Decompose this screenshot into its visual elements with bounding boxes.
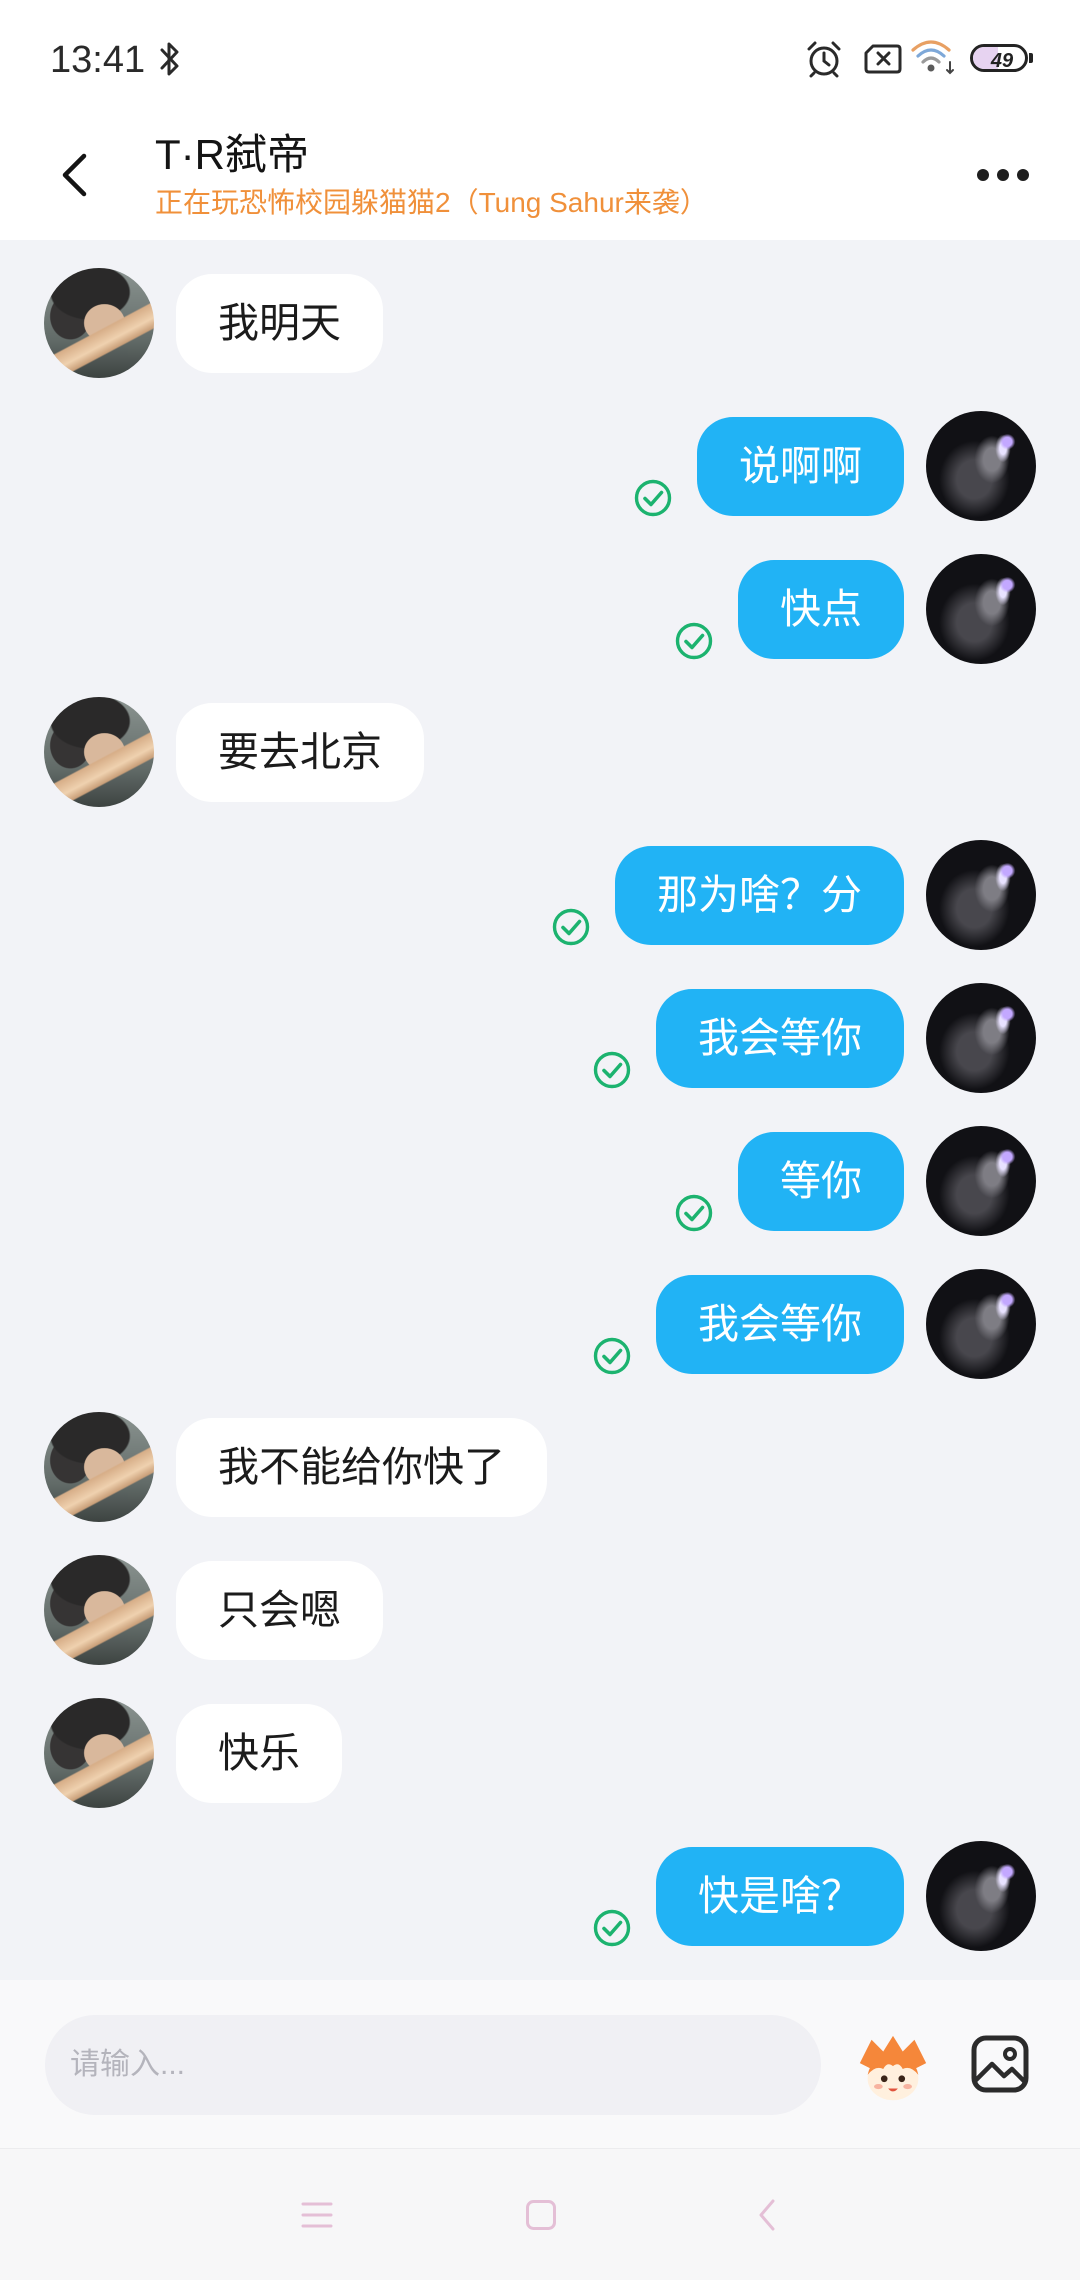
check-circle-icon xyxy=(593,1337,631,1375)
check-circle-icon xyxy=(634,479,672,517)
incoming-message-bubble[interactable]: 只会嗯 xyxy=(176,1560,383,1660)
incoming-message-bubble[interactable]: 要去北京 xyxy=(176,702,424,802)
contact-name: T·R弑帝 xyxy=(155,131,309,178)
check-circle-icon xyxy=(552,908,590,946)
check-circle-icon xyxy=(675,1194,713,1232)
my-avatar[interactable] xyxy=(926,1269,1036,1379)
contact-avatar[interactable] xyxy=(44,1698,154,1808)
outgoing-message-bubble[interactable]: 说啊啊 xyxy=(697,416,904,516)
message-row: 我会等你 xyxy=(0,1269,1080,1379)
image-icon xyxy=(971,2035,1029,2093)
battery-level: 49 xyxy=(990,50,1014,72)
check-circle-icon xyxy=(675,622,713,660)
contact-avatar[interactable] xyxy=(44,268,154,378)
menu-icon xyxy=(301,2202,333,2228)
message-row: 等你 xyxy=(0,1126,1080,1236)
send-image-button[interactable] xyxy=(970,2034,1030,2094)
message-row: 快乐 xyxy=(0,1698,1080,1808)
message-row: 说啊啊 xyxy=(0,411,1080,521)
message-row: 快点 xyxy=(0,554,1080,664)
message-row: 只会嗯 xyxy=(0,1555,1080,1665)
contact-avatar[interactable] xyxy=(44,1555,154,1665)
more-horizontal-icon xyxy=(977,169,1029,181)
my-avatar[interactable] xyxy=(926,1841,1036,1951)
my-avatar[interactable] xyxy=(926,983,1036,1093)
system-back-button[interactable] xyxy=(756,2197,778,2233)
message-row: 我会等你 xyxy=(0,983,1080,1093)
more-options-button[interactable] xyxy=(968,155,1038,195)
my-avatar[interactable] xyxy=(926,1126,1036,1236)
incoming-message-bubble[interactable]: 快乐 xyxy=(176,1703,342,1803)
my-avatar[interactable] xyxy=(926,840,1036,950)
message-input[interactable] xyxy=(45,2015,821,2115)
message-list[interactable]: 我明天 说啊啊 快点 要去北京 那为啥？分 我会等你 等你 我会等你 我不能给你快了 只会嗯 快乐快… xyxy=(0,240,1080,1980)
chevron-left-icon xyxy=(62,153,87,197)
emoji-button[interactable] xyxy=(854,2030,932,2108)
home-button[interactable] xyxy=(525,2197,557,2233)
contact-avatar[interactable] xyxy=(44,697,154,807)
outgoing-message-bubble[interactable]: 那为啥？分 xyxy=(615,845,904,945)
battery-nub xyxy=(1029,53,1033,63)
battery-icon: 49 xyxy=(970,44,1034,72)
system-navigation-bar xyxy=(0,2148,1080,2280)
message-row: 快是啥？ xyxy=(0,1841,1080,1951)
outgoing-message-bubble[interactable]: 快是啥？ xyxy=(656,1846,904,1946)
chat-header: T·R弑帝 正在玩恐怖校园躲猫猫2（Tung Sahur来袭） xyxy=(0,110,1080,240)
check-circle-icon xyxy=(593,1051,631,1089)
no-sim-icon xyxy=(864,44,902,74)
message-row: 我不能给你快了 xyxy=(0,1412,1080,1522)
incoming-message-bubble[interactable]: 我明天 xyxy=(176,273,383,373)
recent-apps-button[interactable] xyxy=(300,2197,334,2233)
outgoing-message-bubble[interactable]: 我会等你 xyxy=(656,1274,904,1374)
contact-activity-status: 正在玩恐怖校园躲猫猫2（Tung Sahur来袭） xyxy=(155,187,708,218)
contact-avatar[interactable] xyxy=(44,1412,154,1522)
alarm-icon xyxy=(804,40,844,78)
emoji-mascot-icon xyxy=(859,2035,927,2101)
outgoing-message-bubble[interactable]: 等你 xyxy=(738,1131,904,1231)
battery-body: 49 xyxy=(970,44,1028,72)
check-circle-icon xyxy=(593,1909,631,1947)
outgoing-message-bubble[interactable]: 快点 xyxy=(738,559,904,659)
bluetooth-icon xyxy=(158,40,182,78)
wifi-icon xyxy=(910,38,956,76)
message-row: 要去北京 xyxy=(0,697,1080,807)
my-avatar[interactable] xyxy=(926,554,1036,664)
outgoing-message-bubble[interactable]: 我会等你 xyxy=(656,988,904,1088)
my-avatar[interactable] xyxy=(926,411,1036,521)
incoming-message-bubble[interactable]: 我不能给你快了 xyxy=(176,1417,547,1517)
status-time: 13:41 xyxy=(50,39,146,81)
back-icon xyxy=(759,2199,775,2231)
home-icon xyxy=(526,2200,556,2230)
message-row: 我明天 xyxy=(0,268,1080,378)
status-bar: 13:41 49 xyxy=(0,0,1080,110)
message-composer xyxy=(0,1980,1080,2148)
back-button[interactable] xyxy=(50,150,100,200)
message-row: 那为啥？分 xyxy=(0,840,1080,950)
